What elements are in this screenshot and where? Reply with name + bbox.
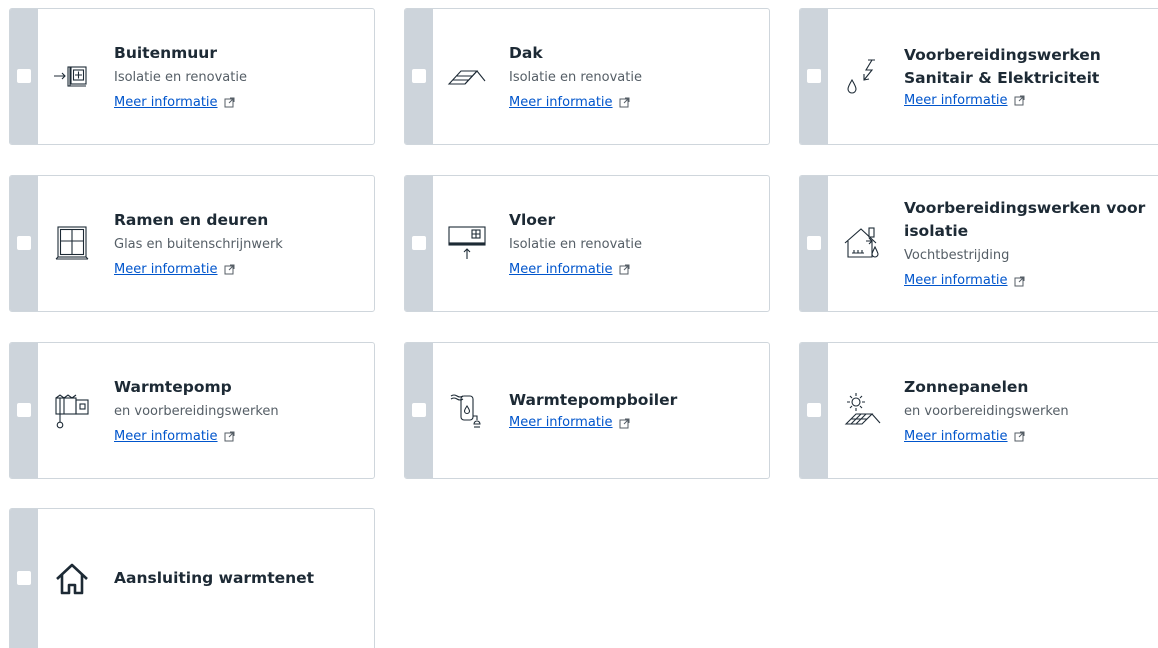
external-link-icon [619, 97, 630, 108]
card-content: Warmtepomp en voorbereidingswerken Meer … [114, 343, 366, 478]
checkbox-warmtepompboiler[interactable] [412, 403, 426, 417]
card-content: Buitenmuur Isolatie en renovatie Meer in… [114, 9, 366, 144]
card-content: Warmtepompboiler Meer informatie [509, 343, 761, 478]
more-info-link-label: Meer informatie [509, 261, 613, 277]
external-link-icon [1014, 431, 1025, 442]
card-title: Buitenmuur [114, 43, 217, 62]
card-content: Voorbereidingswerken Sanitair & Elektric… [904, 9, 1153, 144]
card-ramen-en-deuren[interactable]: Ramen en deuren Glas en buitenschrijnwer… [9, 175, 375, 312]
card-zonnepanelen[interactable]: Zonnepanelen en voorbereidingswerken Mee… [799, 342, 1158, 479]
house-icon [52, 559, 92, 599]
card-voorbereidingswerken-sanitair[interactable]: Voorbereidingswerken Sanitair & Elektric… [799, 8, 1158, 145]
external-link-icon [1014, 276, 1025, 287]
more-info-link-label: Meer informatie [114, 261, 218, 277]
more-info-link-label: Meer informatie [904, 92, 1008, 108]
more-info-link-label: Meer informatie [509, 415, 613, 430]
card-subtitle: Isolatie en renovatie [509, 236, 642, 252]
more-info-link[interactable]: Meer informatie [509, 261, 630, 279]
card-content: Voorbereidingswerken voor isolatie Vocht… [904, 176, 1153, 311]
card-title: Dak [509, 43, 543, 62]
external-link-icon [224, 97, 235, 108]
checkbox-dak[interactable] [412, 69, 426, 83]
solar-panel-icon [842, 390, 882, 430]
card-title-line1: Voorbereidingswerken voor [904, 199, 1146, 217]
card-content: Ramen en deuren Glas en buitenschrijnwer… [114, 176, 366, 311]
checkbox-vloer[interactable] [412, 236, 426, 250]
card-subtitle: Isolatie en renovatie [114, 69, 247, 85]
card-dak[interactable]: Dak Isolatie en renovatie Meer informati… [404, 8, 770, 145]
card-title-line1: Voorbereidingswerken [904, 45, 1101, 64]
external-link-icon [1014, 95, 1025, 106]
heat-pump-icon [52, 390, 92, 430]
more-info-link[interactable]: Meer informatie [114, 94, 235, 112]
more-info-link[interactable]: Meer informatie [509, 94, 630, 112]
roof-icon [447, 56, 487, 96]
checkbox-zonnepanelen[interactable] [807, 403, 821, 417]
card-content: Aansluiting warmtenet [114, 509, 366, 648]
more-info-link-label: Meer informatie [114, 94, 218, 110]
card-content: Vloer Isolatie en renovatie Meer informa… [509, 176, 761, 311]
wall-insulation-icon [52, 56, 92, 96]
house-moisture-icon [842, 223, 882, 263]
card-title: Ramen en deuren [114, 210, 269, 229]
card-title: Zonnepanelen [904, 377, 1029, 396]
external-link-icon [224, 431, 235, 442]
card-warmtepomp[interactable]: Warmtepomp en voorbereidingswerken Meer … [9, 342, 375, 479]
card-title: Vloer [509, 210, 556, 229]
more-info-link[interactable]: Meer informatie [904, 428, 1025, 446]
checkbox-warmtepomp[interactable] [17, 403, 31, 417]
more-info-link[interactable]: Meer informatie [114, 428, 235, 446]
card-warmtepompboiler[interactable]: Warmtepompboiler Meer informatie [404, 342, 770, 479]
window-icon [52, 223, 92, 263]
card-buitenmuur[interactable]: Buitenmuur Isolatie en renovatie Meer in… [9, 8, 375, 145]
more-info-link[interactable]: Meer informatie [904, 272, 1025, 290]
checkbox-voorbereidingswerken-sanitair[interactable] [807, 69, 821, 83]
heat-pump-boiler-icon [447, 390, 487, 430]
card-subtitle: Glas en buitenschrijnwerk [114, 236, 283, 252]
card-subtitle: Isolatie en renovatie [509, 69, 642, 85]
checkbox-ramen-en-deuren[interactable] [17, 236, 31, 250]
more-info-link[interactable]: Meer informatie [114, 261, 235, 279]
floor-icon [447, 223, 487, 263]
card-subtitle: Vochtbestrijding [904, 248, 1010, 263]
card-subtitle: en voorbereidingswerken [114, 403, 279, 419]
checkbox-voorbereidingswerken-isolatie[interactable] [807, 236, 821, 250]
more-info-link[interactable]: Meer informatie [509, 414, 630, 432]
checkbox-buitenmuur[interactable] [17, 69, 31, 83]
more-info-link[interactable]: Meer informatie [904, 92, 1025, 110]
card-title: Warmtepompboiler [509, 391, 678, 409]
card-voorbereidingswerken-isolatie[interactable]: Voorbereidingswerken voor isolatie Vocht… [799, 175, 1158, 312]
card-content: Dak Isolatie en renovatie Meer informati… [509, 9, 761, 144]
card-title: Warmtepomp [114, 377, 232, 396]
card-vloer[interactable]: Vloer Isolatie en renovatie Meer informa… [404, 175, 770, 312]
external-link-icon [619, 418, 630, 429]
more-info-link-label: Meer informatie [904, 428, 1008, 444]
checkbox-aansluiting-warmtenet[interactable] [17, 571, 31, 585]
external-link-icon [224, 264, 235, 275]
card-content: Zonnepanelen en voorbereidingswerken Mee… [904, 343, 1153, 478]
card-subtitle: en voorbereidingswerken [904, 403, 1069, 419]
external-link-icon [619, 264, 630, 275]
lightning-water-icon [842, 56, 882, 96]
card-aansluiting-warmtenet[interactable]: Aansluiting warmtenet [9, 508, 375, 648]
card-title-line2: Sanitair & Elektriciteit [904, 68, 1100, 87]
more-info-link-label: Meer informatie [904, 273, 1008, 288]
card-title: Aansluiting warmtenet [114, 569, 315, 587]
more-info-link-label: Meer informatie [114, 428, 218, 444]
more-info-link-label: Meer informatie [509, 94, 613, 110]
card-title-line2: isolatie [904, 222, 969, 240]
